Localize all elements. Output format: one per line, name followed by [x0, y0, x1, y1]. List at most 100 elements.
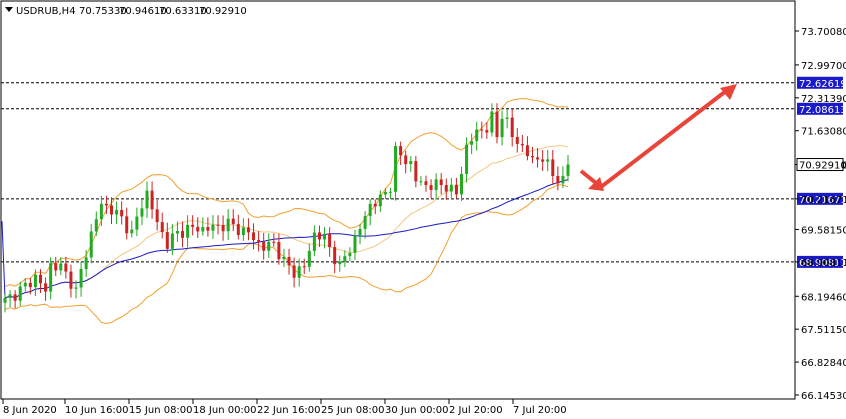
candle-body [13, 294, 17, 301]
candle-body [505, 117, 509, 119]
chart-container[interactable]: 72.62619 72.08613 70.21671 68.90811 73.7008… [0, 0, 846, 419]
candle-body [59, 263, 63, 271]
candle-body [282, 256, 286, 260]
y-tick-label: 72.99700 [801, 61, 846, 72]
candle-body [419, 181, 423, 183]
level-tag-label: 72.62619 [799, 79, 846, 90]
x-tick-label: 8 Jun 2020 [3, 405, 57, 416]
candle-body [338, 261, 342, 265]
candle-body [145, 190, 149, 209]
candle-body [267, 241, 271, 251]
x-axis: 8 Jun 2020 10 Jun 16:00 15 Jun 08:00 18 Jun… [2, 399, 567, 416]
candle-body [115, 209, 119, 215]
candle-body [135, 216, 139, 230]
candle-body [490, 111, 494, 133]
candle-body [39, 274, 43, 284]
candle-body [480, 129, 484, 131]
y-tick-label: 73.70080 [801, 27, 846, 38]
candle-body [236, 224, 240, 235]
candle-body [424, 181, 428, 186]
candle-body [272, 241, 276, 243]
candle-body [79, 268, 83, 288]
x-tick-label: 22 Jun 16:00 [257, 405, 321, 416]
y-tick-label: 66.14530 [801, 391, 846, 402]
candle-body [414, 161, 418, 182]
candle-body [84, 257, 88, 269]
candle-body [155, 209, 159, 223]
candle-body [561, 175, 565, 184]
y-tick-label: 67.51150 [801, 325, 846, 336]
y-tick-label: 69.58150 [801, 225, 846, 236]
candle-body [150, 190, 154, 210]
y-tick-label: 68.19460 [801, 292, 846, 303]
candle-body [262, 241, 266, 251]
candle-body [465, 144, 469, 174]
candle-body [49, 263, 53, 292]
candle-body [470, 141, 474, 145]
candle-body [69, 271, 73, 289]
candle-body [165, 232, 169, 249]
candle-body [120, 209, 124, 217]
price-chart[interactable]: 72.62619 72.08613 70.21671 68.90811 73.7008… [0, 0, 846, 419]
candle-body [328, 233, 332, 248]
candle-body [444, 185, 448, 192]
candle-body [434, 179, 438, 190]
candle-body [186, 224, 190, 238]
current-price-label: 70.92910 [799, 161, 846, 172]
candle-body [257, 240, 261, 242]
candle-body [348, 252, 352, 257]
candle-body [536, 157, 540, 160]
candle-body [74, 287, 78, 289]
candle-body [54, 263, 58, 271]
candle-body [363, 216, 367, 229]
candle-body [368, 203, 372, 217]
candle-body [216, 224, 220, 226]
candle-body [343, 256, 347, 262]
candle-body [231, 218, 235, 225]
candle-body [495, 111, 499, 138]
candle-body [252, 232, 256, 241]
candle-body [353, 235, 357, 253]
candle-body [515, 136, 519, 144]
candle-body [206, 227, 210, 231]
candle-body [525, 145, 529, 157]
candle-body [485, 130, 489, 133]
candle-body [130, 229, 134, 234]
candle-body [317, 232, 321, 240]
candle-body [541, 159, 545, 162]
candle-body [323, 233, 327, 240]
candle-body [546, 159, 550, 162]
candle-body [110, 205, 114, 215]
candle-body [449, 184, 453, 192]
candle-body [170, 233, 174, 249]
candle-body [18, 286, 22, 301]
candle-body [530, 156, 534, 158]
level-tag-label: 72.08613 [799, 105, 846, 116]
x-tick-label: 25 Jun 08:00 [321, 405, 385, 416]
candle-body [226, 218, 230, 232]
candle-body [409, 161, 413, 165]
candle-body [373, 203, 377, 207]
candle-body [201, 227, 205, 232]
candle-body [211, 224, 215, 231]
candle-body [333, 247, 337, 265]
candle-body [241, 227, 245, 235]
candle-body [44, 283, 48, 292]
candle-body [475, 129, 479, 142]
candle-body [181, 231, 185, 238]
candle-body [383, 191, 387, 195]
y-tick-label: 70.21671 [801, 195, 846, 206]
candle-body [388, 191, 392, 193]
candle-body [221, 224, 225, 232]
candle-body [94, 219, 98, 232]
y-tick-label: 68.90811 [801, 258, 846, 269]
candle-body [196, 226, 200, 232]
candle-body [429, 185, 433, 190]
candle-body [520, 143, 524, 146]
candle-body [566, 164, 570, 176]
chart-header: USDRUB,H4 70.75330 70.94610 70.63310 70.… [5, 6, 247, 17]
candle-body [160, 222, 164, 233]
candle-body [500, 118, 504, 138]
candle-body [399, 146, 403, 156]
candle-body [246, 227, 250, 233]
